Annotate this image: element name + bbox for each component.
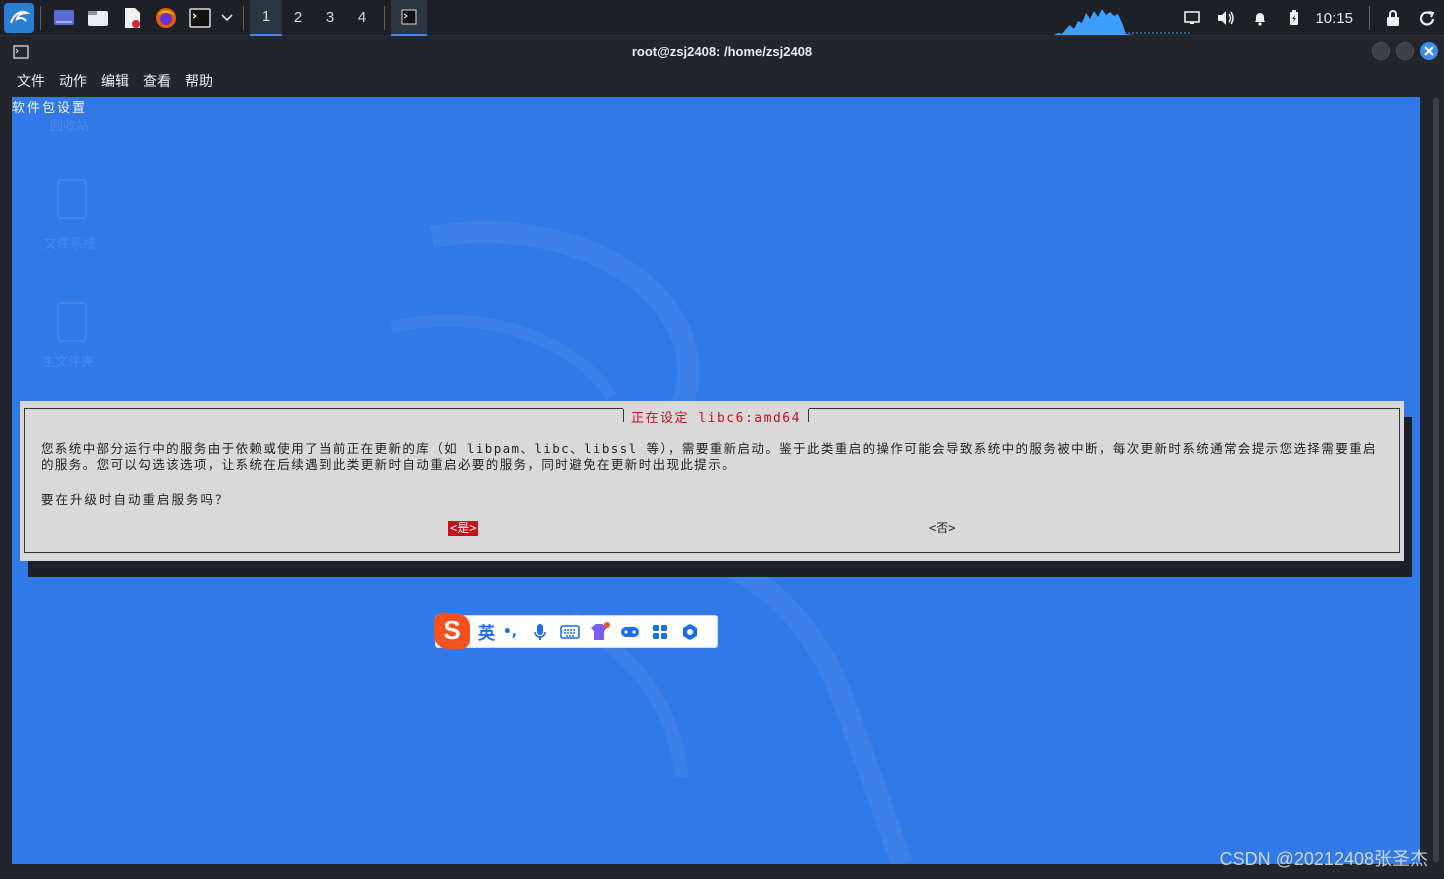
no-button[interactable]: <否> [929, 521, 955, 536]
ghost-trash-label: 回收站 [50, 119, 90, 134]
skin-icon[interactable] [585, 617, 615, 647]
taskbar: 1 2 3 4 10:15 [0, 0, 1444, 36]
terminal-icon[interactable] [185, 3, 215, 33]
volume-icon[interactable] [1209, 0, 1243, 36]
taskbar-separator [243, 5, 244, 30]
menu-help[interactable]: 帮助 [178, 71, 220, 91]
yes-button[interactable]: <是> [448, 521, 479, 536]
window-titlebar[interactable]: root@zsj2408: /home/zsj2408 [0, 36, 1444, 66]
window-title: root@zsj2408: /home/zsj2408 [631, 43, 813, 59]
ghost-home-label: 主文件夹 [42, 355, 95, 370]
kali-menu-icon[interactable] [4, 2, 34, 33]
clock[interactable]: 10:15 [1311, 10, 1363, 27]
sogou-logo-icon[interactable]: S [434, 612, 470, 649]
lock-icon[interactable] [1376, 0, 1410, 36]
minimize-button[interactable] [1372, 42, 1390, 60]
taskbar-separator [1369, 6, 1370, 30]
ghost-filesystem-label: 文件系统 [44, 237, 97, 252]
file-manager-icon[interactable] [83, 3, 113, 33]
system-tray: 10:15 [1175, 0, 1444, 36]
home-ghost-icon [57, 302, 87, 342]
workspace-1[interactable]: 1 [250, 0, 282, 36]
ime-language-toggle[interactable]: 英 [478, 619, 495, 644]
dialog-body: 您系统中部分运行中的服务由于依赖或使用了当前正在更新的库（如 libpam、li… [41, 441, 1377, 472]
menu-edit[interactable]: 编辑 [94, 71, 136, 91]
trash-ghost-icon [57, 179, 87, 219]
text-editor-icon[interactable] [117, 3, 147, 33]
scrollbar-thumb[interactable] [1433, 98, 1439, 862]
show-desktop-icon[interactable] [49, 3, 79, 33]
notification-bell-icon[interactable] [1243, 0, 1277, 36]
firefox-icon[interactable] [151, 3, 181, 33]
dialog-title: 正在设定 libc6:amd64 [623, 407, 809, 426]
close-button[interactable] [1420, 42, 1438, 60]
sogou-ime-toolbar[interactable]: S 英 •, [434, 612, 718, 649]
settings-icon[interactable] [675, 617, 705, 647]
menu-actions[interactable]: 动作 [52, 71, 94, 91]
debconf-dialog: 正在设定 libc6:amd64 您系统中部分运行中的服务由于依赖或使用了当前正… [20, 401, 1404, 561]
keyboard-icon[interactable] [555, 617, 585, 647]
menu-file[interactable]: 文件 [10, 71, 52, 91]
chevron-down-icon[interactable] [219, 3, 235, 33]
csdn-watermark: CSDN @20212408张圣杰 [1219, 849, 1428, 869]
workspace-2[interactable]: 2 [282, 0, 314, 36]
punctuation-toggle[interactable]: •, [495, 617, 525, 647]
dialog-frame: 正在设定 libc6:amd64 您系统中部分运行中的服务由于依赖或使用了当前正… [24, 407, 1400, 553]
network-icon[interactable] [1175, 0, 1209, 36]
window-controls [1372, 42, 1438, 60]
menubar: 文件 动作 编辑 查看 帮助 [0, 66, 1444, 96]
package-config-header: 软件包设置 [12, 101, 88, 116]
terminal-task-button[interactable] [391, 0, 427, 36]
dialog-question: 要在升级时自动重启服务吗？ [41, 492, 230, 507]
microphone-icon[interactable] [525, 617, 555, 647]
toolbox-icon[interactable] [645, 617, 675, 647]
close-icon [1424, 46, 1434, 56]
maximize-button[interactable] [1396, 42, 1414, 60]
taskbar-separator [384, 5, 385, 30]
terminal-area[interactable]: 软件包设置 回收站 文件系统 主文件夹 正在设定 libc6:amd64 您系统… [12, 97, 1420, 864]
taskbar-separator [40, 5, 41, 30]
gamepad-icon[interactable] [615, 617, 645, 647]
workspace-3[interactable]: 3 [314, 0, 346, 36]
menu-view[interactable]: 查看 [136, 71, 178, 91]
terminal-window-icon [13, 44, 29, 63]
battery-icon[interactable] [1277, 0, 1311, 36]
logout-icon[interactable] [1410, 0, 1444, 36]
cpu-usage-graph [1044, 9, 1190, 35]
workspace-4[interactable]: 4 [346, 0, 378, 36]
